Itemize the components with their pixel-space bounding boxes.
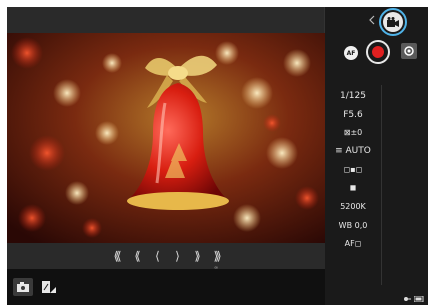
footer-status-icons [404,296,424,302]
picture-style-value[interactable]: ◼ [325,183,381,192]
record-dot-icon [372,46,384,58]
exposure-mode-icon[interactable] [39,278,59,296]
collapse-arrow-icon[interactable] [369,15,375,25]
nav-last-label: ⟩⟩⟩ [213,249,221,263]
shutter-speed-value[interactable]: 1/125 [325,91,381,101]
nav-forward-button[interactable]: ⟩ [168,247,184,265]
nav-back-button[interactable]: ⟨ [148,247,164,265]
still-camera-icon[interactable] [13,278,33,296]
iso-value[interactable]: ≡ AUTO [325,146,381,156]
remote-live-view-app: ⟨⟨⟨ ⟨⟨ ⟨ ⟩ ⟩⟩ ⟩⟩⟩ ∞ AF 1/125 F5.6 ⊠±0 ≡ A… [7,7,428,305]
metering-mode-value[interactable]: ◻▪◻ [325,165,381,174]
nav-fast-forward-button[interactable]: ⟩⟩ [188,247,204,265]
frame-navigation-bar: ⟨⟨⟨ ⟨⟨ ⟨ ⟩ ⟩⟩ ⟩⟩⟩ ∞ [7,243,325,271]
aperture-value[interactable]: F5.6 [325,110,381,120]
top-toolbar [7,7,325,33]
movie-camera-icon [383,12,403,32]
record-button[interactable] [366,40,390,64]
lens-icon[interactable] [401,43,417,59]
key-icon [404,297,411,301]
af-method-value[interactable]: AF◻ [325,239,381,248]
nav-last-button[interactable]: ⟩⟩⟩ ∞ [208,247,224,271]
settings-sidebar: AF 1/125 F5.6 ⊠±0 ≡ AUTO ◻▪◻ ◼ 5200K WB … [325,7,428,305]
af-button[interactable]: AF [344,46,358,60]
battery-icon [414,296,424,302]
nav-fast-back-button[interactable]: ⟨⟨ [128,247,144,265]
sidebar-divider [381,85,382,285]
exposure-compensation-value[interactable]: ⊠±0 [325,128,381,137]
white-balance-value[interactable]: 5200K [325,202,381,211]
movie-mode-button[interactable] [379,8,407,36]
wb-shift-value[interactable]: WB 0,0 [325,221,381,230]
christmas-bell-photo [7,33,325,243]
live-view-image[interactable] [7,33,325,243]
bottom-mode-bar [7,269,325,305]
nav-first-button[interactable]: ⟨⟨⟨ [108,247,124,265]
